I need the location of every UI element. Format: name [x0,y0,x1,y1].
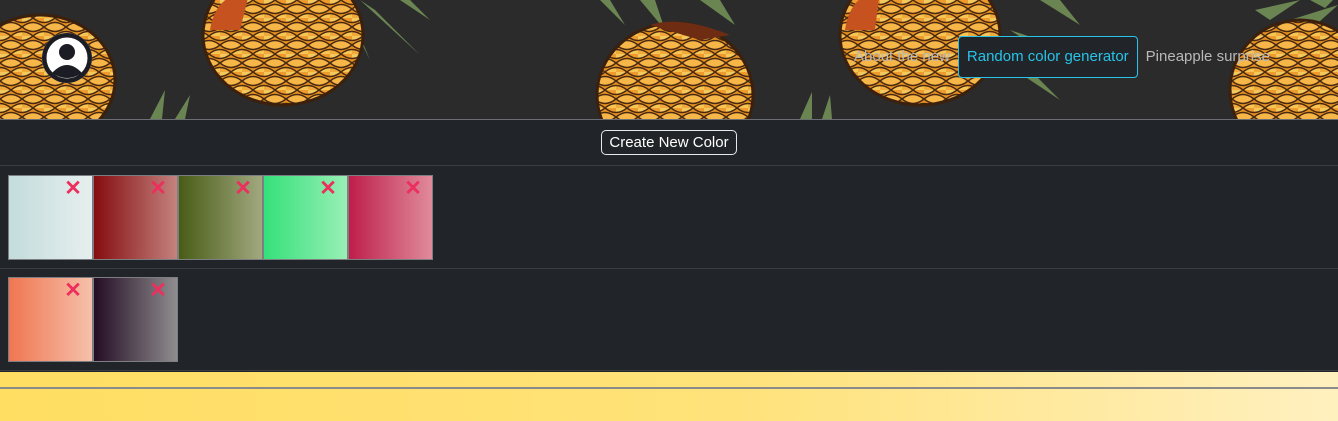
footer [0,372,1338,421]
user-icon [43,34,91,82]
close-icon[interactable]: ✕ [148,280,168,301]
palette-row: ✕ ✕ [0,268,1338,371]
nav-random-color-generator[interactable]: Random color generator [957,36,1138,78]
toolbar: Create New Color [0,120,1338,166]
close-icon[interactable]: ✕ [403,178,423,199]
color-swatch[interactable]: ✕ [178,175,263,260]
close-icon[interactable]: ✕ [63,280,83,301]
color-swatch[interactable]: ✕ [93,277,178,362]
nav-pineapple-surprise[interactable]: Pineapple surprise [1142,37,1274,77]
color-swatch[interactable]: ✕ [348,175,433,260]
color-swatch[interactable]: ✕ [8,277,93,362]
color-swatch[interactable]: ✕ [263,175,348,260]
create-new-color-button[interactable]: Create New Color [601,130,737,155]
color-swatch[interactable]: ✕ [8,175,93,260]
close-icon[interactable]: ✕ [148,178,168,199]
footer-divider [0,387,1338,389]
palette-row: ✕ ✕ ✕ ✕ ✕ [0,166,1338,269]
header: About the new Random color generator Pin… [0,0,1338,120]
color-swatch[interactable]: ✕ [93,175,178,260]
nav-about[interactable]: About the new [850,37,954,77]
top-nav: About the new Random color generator Pin… [850,36,1274,78]
close-icon[interactable]: ✕ [318,178,338,199]
user-avatar[interactable] [42,33,92,83]
close-icon[interactable]: ✕ [63,178,83,199]
close-icon[interactable]: ✕ [233,178,253,199]
